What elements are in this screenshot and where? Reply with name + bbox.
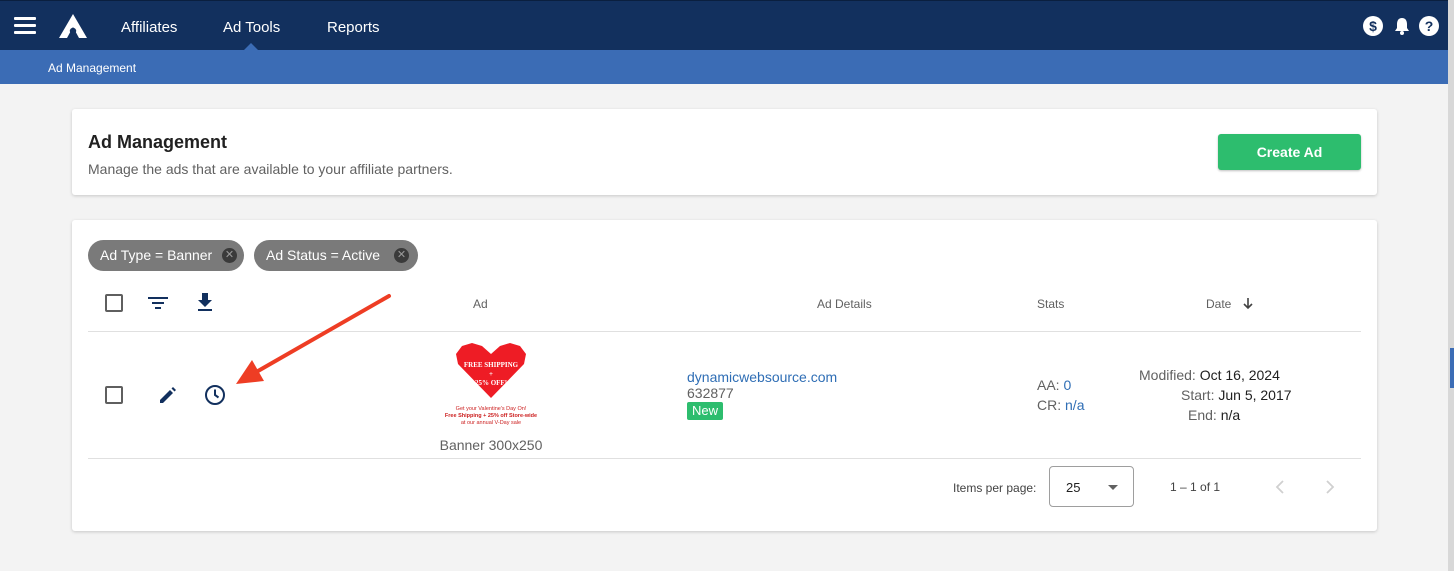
notification-bell-icon[interactable] [1392,16,1412,36]
stat-cr-label: CR: [1037,397,1062,413]
column-header-ad: Ad [473,297,488,311]
nav-reports[interactable]: Reports [327,1,380,51]
sort-arrow-down-icon[interactable] [1242,298,1254,310]
filter-chip-ad-status[interactable]: Ad Status = Active ✕ [254,240,418,271]
items-per-page-label: Items per page: [953,481,1037,495]
breadcrumb-ad-management[interactable]: Ad Management [48,61,136,75]
ad-image-text: + [489,370,493,378]
top-navbar: Affiliates Ad Tools Reports $ ? [0,0,1454,51]
stat-aa-label: AA: [1037,377,1060,393]
page-header-card: Ad Management Manage the ads that are av… [72,109,1377,195]
pagination-range: 1 – 1 of 1 [1170,480,1221,494]
table-divider [88,458,1361,459]
hamburger-menu-icon[interactable] [14,17,36,35]
column-header-ad-details: Ad Details [817,297,872,311]
date-end: End: n/a [1188,407,1418,423]
window-edge-accent [1450,348,1454,388]
svg-text:?: ? [1425,18,1434,34]
row-checkbox[interactable] [105,386,123,404]
create-ad-button[interactable]: Create Ad [1218,134,1361,170]
breadcrumb-bar: Ad Management [0,50,1454,84]
svg-text:$: $ [1369,18,1377,34]
select-all-checkbox[interactable] [105,294,123,312]
filter-chip-label: Ad Status = Active [266,247,381,263]
window-edge [1448,0,1454,571]
ads-table-card: Ad Type = Banner ✕ Ad Status = Active ✕ … [72,220,1377,531]
ad-image-text: Get your Valentine's Day On! [455,406,527,412]
date-modified-value: Oct 16, 2024 [1199,367,1280,383]
ad-image-text: 25% OFF! [474,379,508,387]
date-end-label: End: [1188,407,1217,423]
next-page-icon[interactable] [1321,478,1337,496]
ad-image-text: Free Shipping + 25% off Store-wide [444,413,538,419]
stat-cr-value[interactable]: n/a [1065,397,1084,413]
page-subtitle: Manage the ads that are available to you… [88,161,453,177]
column-header-date[interactable]: Date [1206,297,1253,311]
date-start: Start: Jun 5, 2017 [1181,387,1411,403]
previous-page-icon[interactable] [1273,478,1289,496]
date-end-value: n/a [1220,407,1241,423]
schedule-clock-icon[interactable] [204,384,226,406]
table-divider [88,331,1361,332]
ad-site-link[interactable]: dynamicwebsource.com [687,369,837,385]
stat-aa-value[interactable]: 0 [1063,377,1071,393]
stat-cr: CR: n/a [1037,397,1084,413]
date-modified: Modified: Oct 16, 2024 [1139,367,1369,383]
edit-pencil-icon[interactable] [158,385,178,405]
download-icon[interactable] [196,292,214,312]
page-title: Ad Management [88,132,228,152]
status-badge: New [687,402,724,420]
nav-affiliates[interactable]: Affiliates [121,1,177,51]
stat-aa: AA: 0 [1037,377,1071,393]
help-icon[interactable]: ? [1419,16,1439,36]
dollar-icon[interactable]: $ [1363,16,1383,36]
column-header-date-label: Date [1206,297,1232,311]
remove-filter-icon[interactable]: ✕ [394,248,409,263]
date-start-label: Start: [1181,387,1215,403]
ad-image-text: FREE SHIPPING [463,361,519,369]
items-per-page-value: 25 [1066,480,1081,495]
ad-banner-thumbnail[interactable]: FREE SHIPPING + 25% OFF! Get your Valent… [436,342,546,432]
filter-list-icon[interactable] [148,295,168,311]
items-per-page-select[interactable]: 25 [1049,466,1134,507]
filter-chip-label: Ad Type = Banner [100,247,213,263]
brand-logo-icon[interactable] [57,12,89,40]
ad-image-text: at our annual V-Day sale [460,420,522,426]
date-start-value: Jun 5, 2017 [1218,387,1292,403]
filter-chip-ad-type[interactable]: Ad Type = Banner ✕ [88,240,244,271]
ad-caption: Banner 300x250 [439,437,543,453]
ad-id: 632877 [687,385,734,401]
chevron-down-icon [1108,485,1118,490]
remove-filter-icon[interactable]: ✕ [222,248,237,263]
column-header-stats: Stats [1037,297,1065,311]
date-modified-label: Modified: [1139,367,1196,383]
